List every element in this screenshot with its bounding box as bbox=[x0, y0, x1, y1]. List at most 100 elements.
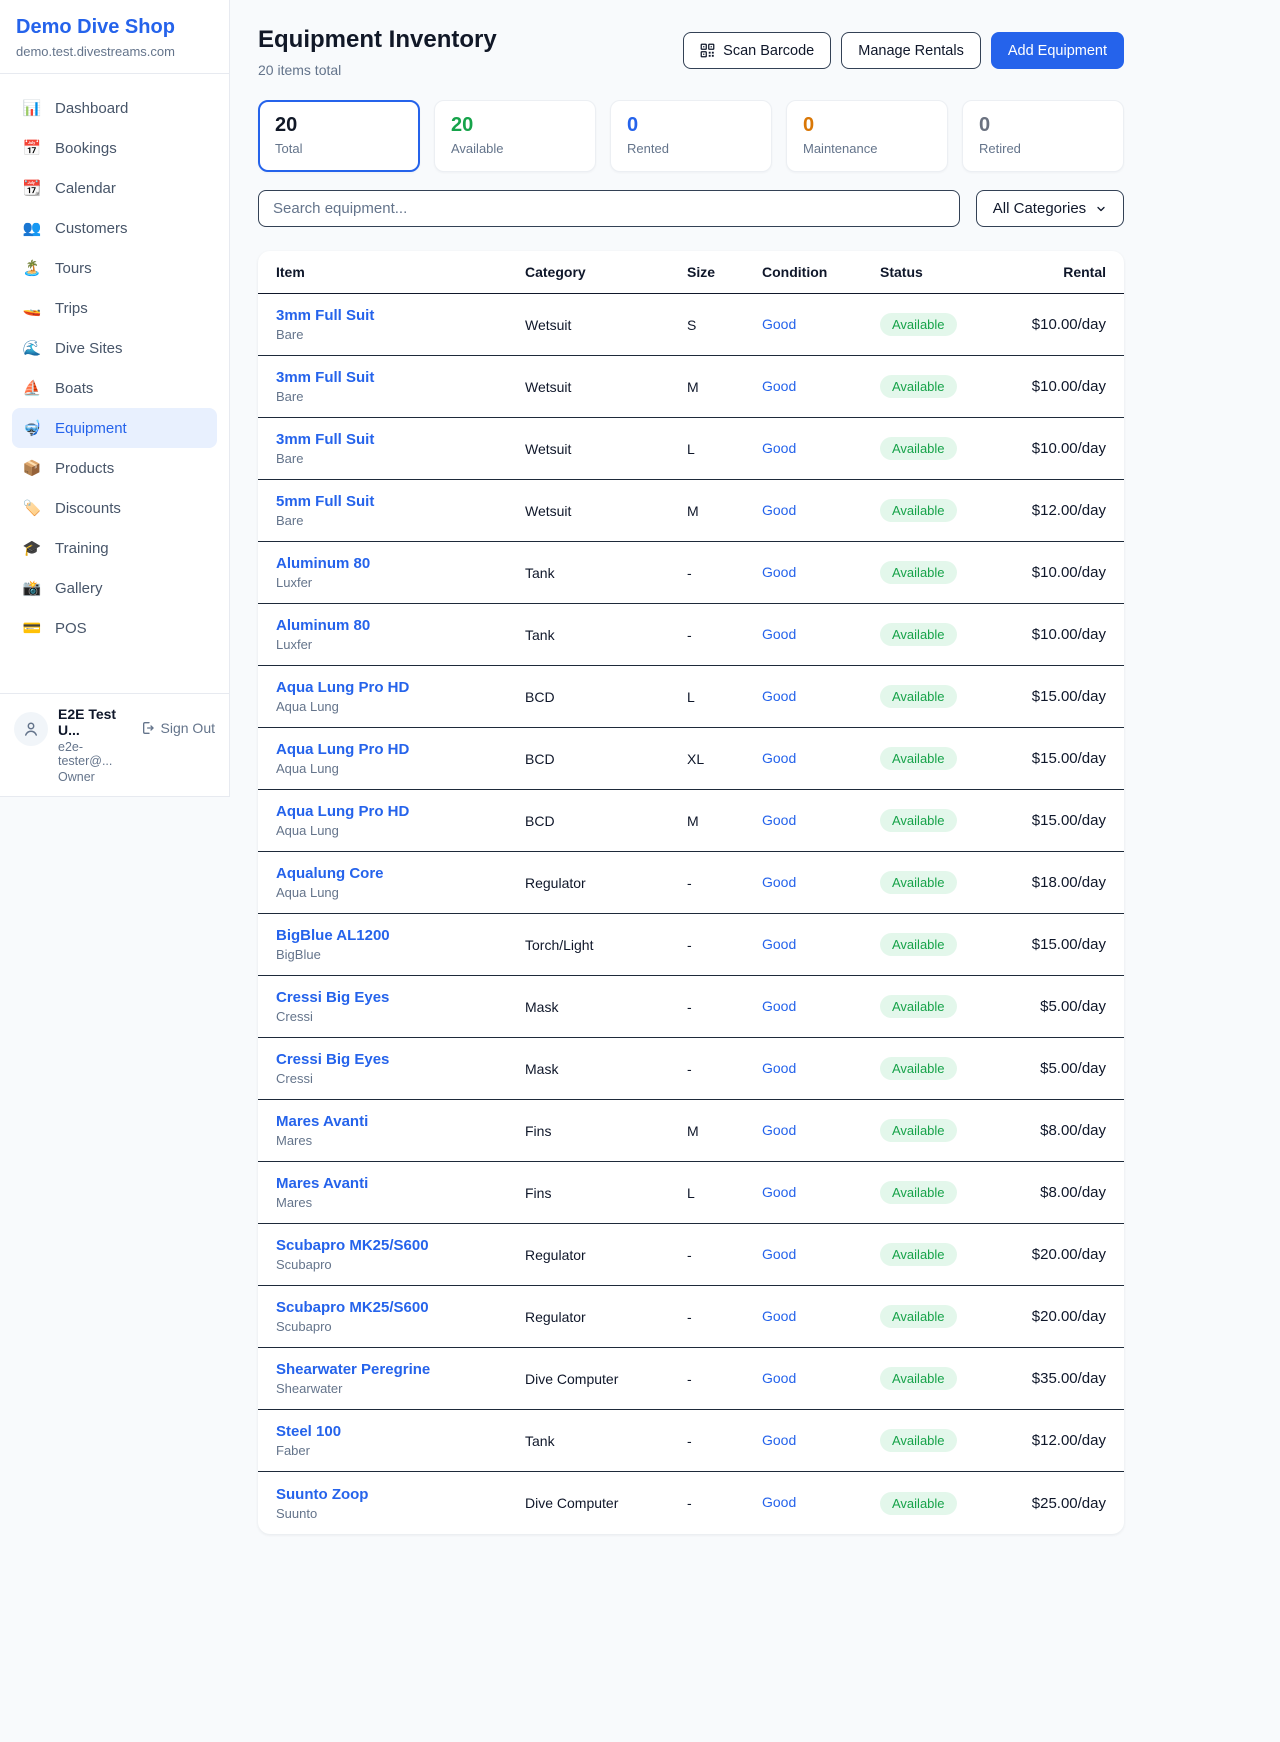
condition-link[interactable]: Good bbox=[762, 812, 796, 828]
item-name-link[interactable]: Aluminum 80 bbox=[276, 555, 525, 572]
scan-barcode-button[interactable]: Scan Barcode bbox=[683, 32, 831, 69]
table-row: Scubapro MK25/S600ScubaproRegulator-Good… bbox=[258, 1224, 1124, 1286]
sidebar-item-products[interactable]: 📦Products bbox=[12, 448, 217, 488]
item-brand: Scubapro bbox=[276, 1257, 525, 1272]
stat-card-maintenance[interactable]: 0Maintenance bbox=[786, 100, 948, 172]
size-cell: - bbox=[687, 1371, 762, 1387]
item-name-link[interactable]: Scubapro MK25/S600 bbox=[276, 1237, 525, 1254]
people-icon: 👥 bbox=[22, 219, 42, 237]
sign-out-button[interactable]: Sign Out bbox=[139, 720, 215, 736]
item-name-link[interactable]: 5mm Full Suit bbox=[276, 493, 525, 510]
category-cell: Fins bbox=[525, 1123, 687, 1139]
sidebar-item-boats[interactable]: ⛵Boats bbox=[12, 368, 217, 408]
sidebar-item-label: POS bbox=[55, 620, 87, 637]
item-brand: Luxfer bbox=[276, 575, 525, 590]
stat-label: Maintenance bbox=[803, 141, 931, 156]
category-cell: Tank bbox=[525, 627, 687, 643]
condition-link[interactable]: Good bbox=[762, 688, 796, 704]
add-equipment-button[interactable]: Add Equipment bbox=[991, 32, 1124, 69]
condition-link[interactable]: Good bbox=[762, 1308, 796, 1324]
sidebar-item-discounts[interactable]: 🏷️Discounts bbox=[12, 488, 217, 528]
rental-cell: $10.00/day bbox=[996, 378, 1106, 395]
item-name-link[interactable]: Aqualung Core bbox=[276, 865, 525, 882]
search-input[interactable] bbox=[258, 190, 960, 227]
item-name-link[interactable]: Suunto Zoop bbox=[276, 1486, 525, 1503]
condition-link[interactable]: Good bbox=[762, 1432, 796, 1448]
condition-link[interactable]: Good bbox=[762, 874, 796, 890]
status-cell: Available bbox=[880, 1367, 996, 1390]
item-name-link[interactable]: 3mm Full Suit bbox=[276, 369, 525, 386]
item-name-link[interactable]: Aqua Lung Pro HD bbox=[276, 741, 525, 758]
table-row: Aluminum 80LuxferTank-GoodAvailable$10.0… bbox=[258, 542, 1124, 604]
item-name-link[interactable]: Cressi Big Eyes bbox=[276, 1051, 525, 1068]
condition-link[interactable]: Good bbox=[762, 1494, 796, 1510]
condition-link[interactable]: Good bbox=[762, 626, 796, 642]
status-badge: Available bbox=[880, 437, 957, 460]
table-row: BigBlue AL1200BigBlueTorch/Light-GoodAva… bbox=[258, 914, 1124, 976]
sidebar-header: Demo Dive Shop demo.test.divestreams.com bbox=[0, 0, 229, 73]
item-brand: Cressi bbox=[276, 1009, 525, 1024]
sidebar-item-calendar[interactable]: 📆Calendar bbox=[12, 168, 217, 208]
stat-label: Retired bbox=[979, 141, 1107, 156]
category-select[interactable]: All Categories bbox=[976, 190, 1124, 227]
condition-link[interactable]: Good bbox=[762, 1122, 796, 1138]
item-name-link[interactable]: Mares Avanti bbox=[276, 1113, 525, 1130]
item-name-link[interactable]: Steel 100 bbox=[276, 1423, 525, 1440]
condition-link[interactable]: Good bbox=[762, 1184, 796, 1200]
condition-link[interactable]: Good bbox=[762, 998, 796, 1014]
item-name-link[interactable]: 3mm Full Suit bbox=[276, 307, 525, 324]
manage-rentals-button[interactable]: Manage Rentals bbox=[841, 32, 981, 69]
stat-value: 0 bbox=[627, 114, 755, 137]
sidebar-item-customers[interactable]: 👥Customers bbox=[12, 208, 217, 248]
item-name-link[interactable]: Scubapro MK25/S600 bbox=[276, 1299, 525, 1316]
sidebar-item-bookings[interactable]: 📅Bookings bbox=[12, 128, 217, 168]
item-name-link[interactable]: Shearwater Peregrine bbox=[276, 1361, 525, 1378]
category-cell: Tank bbox=[525, 1433, 687, 1449]
condition-link[interactable]: Good bbox=[762, 1246, 796, 1262]
category-cell: Mask bbox=[525, 1061, 687, 1077]
sidebar-item-gallery[interactable]: 📸Gallery bbox=[12, 568, 217, 608]
status-cell: Available bbox=[880, 1305, 996, 1328]
item-name-link[interactable]: BigBlue AL1200 bbox=[276, 927, 525, 944]
stat-card-total[interactable]: 20Total bbox=[258, 100, 420, 172]
condition-link[interactable]: Good bbox=[762, 1370, 796, 1386]
stat-label: Available bbox=[451, 141, 579, 156]
condition-link[interactable]: Good bbox=[762, 502, 796, 518]
category-cell: Mask bbox=[525, 999, 687, 1015]
item-name-link[interactable]: Aqua Lung Pro HD bbox=[276, 679, 525, 696]
sidebar-item-trips[interactable]: 🚤Trips bbox=[12, 288, 217, 328]
sidebar-item-tours[interactable]: 🏝️Tours bbox=[12, 248, 217, 288]
condition-link[interactable]: Good bbox=[762, 378, 796, 394]
stat-card-retired[interactable]: 0Retired bbox=[962, 100, 1124, 172]
col-condition: Condition bbox=[762, 264, 880, 280]
condition-link[interactable]: Good bbox=[762, 440, 796, 456]
sidebar-item-equipment[interactable]: 🤿Equipment bbox=[12, 408, 217, 448]
sidebar-item-dive-sites[interactable]: 🌊Dive Sites bbox=[12, 328, 217, 368]
item-brand: Bare bbox=[276, 451, 525, 466]
stat-card-rented[interactable]: 0Rented bbox=[610, 100, 772, 172]
item-name-link[interactable]: Aqua Lung Pro HD bbox=[276, 803, 525, 820]
condition-cell: Good bbox=[762, 502, 880, 520]
sidebar-item-label: Trips bbox=[55, 300, 88, 317]
condition-link[interactable]: Good bbox=[762, 564, 796, 580]
item-cell: 3mm Full SuitBare bbox=[276, 307, 525, 342]
condition-link[interactable]: Good bbox=[762, 1060, 796, 1076]
item-name-link[interactable]: 3mm Full Suit bbox=[276, 431, 525, 448]
sign-out-label: Sign Out bbox=[161, 720, 215, 736]
item-brand: Luxfer bbox=[276, 637, 525, 652]
item-name-link[interactable]: Mares Avanti bbox=[276, 1175, 525, 1192]
condition-link[interactable]: Good bbox=[762, 936, 796, 952]
sidebar-item-training[interactable]: 🎓Training bbox=[12, 528, 217, 568]
condition-link[interactable]: Good bbox=[762, 750, 796, 766]
item-name-link[interactable]: Aluminum 80 bbox=[276, 617, 525, 634]
status-badge: Available bbox=[880, 561, 957, 584]
item-name-link[interactable]: Cressi Big Eyes bbox=[276, 989, 525, 1006]
condition-link[interactable]: Good bbox=[762, 316, 796, 332]
sidebar-item-pos[interactable]: 💳 POS bbox=[12, 608, 217, 648]
add-equipment-label: Add Equipment bbox=[1008, 43, 1107, 59]
manage-rentals-label: Manage Rentals bbox=[858, 43, 964, 59]
sidebar-item-dashboard[interactable]: 📊Dashboard bbox=[12, 88, 217, 128]
stat-card-available[interactable]: 20Available bbox=[434, 100, 596, 172]
credit-card-icon: 💳 bbox=[22, 619, 42, 637]
status-badge: Available bbox=[880, 623, 957, 646]
